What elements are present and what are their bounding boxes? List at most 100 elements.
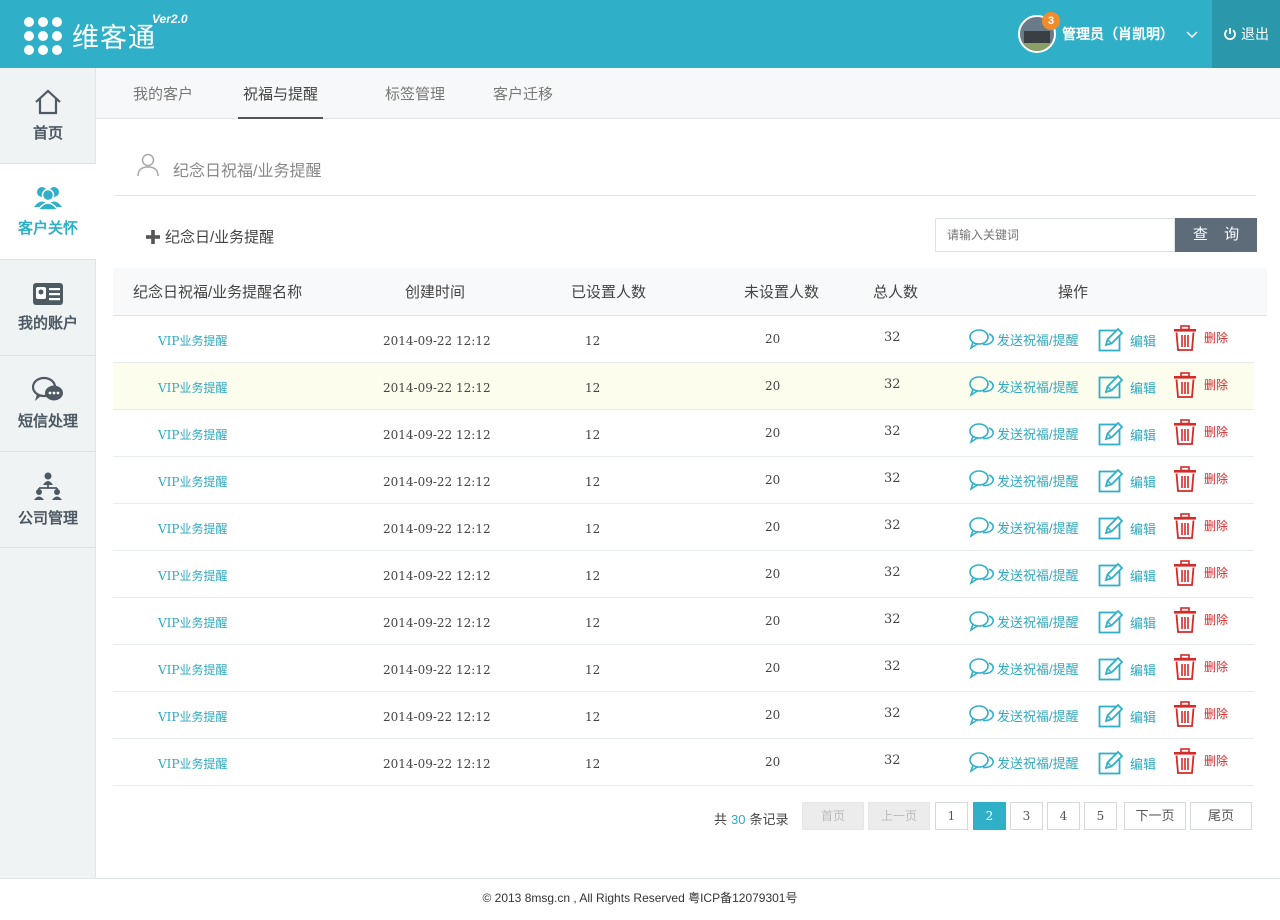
page-button-3[interactable]: 3 [1010,802,1043,830]
reminder-name-link[interactable]: VIP业务提醒 [158,473,227,490]
table-row[interactable]: VIP业务提醒 2014-09-22 12:12 12 20 32 发送祝福/提醒 编辑 删除 [113,363,1254,410]
page-button-4[interactable]: 4 [1047,802,1080,830]
created-time: 2014-09-22 12:12 [383,475,491,489]
send-greeting-button[interactable]: 发送祝福/提醒 [969,657,1079,679]
table-header: 纪念日祝福/业务提醒名称 创建时间 已设置人数 未设置人数 总人数 操作 [113,268,1267,316]
table-row[interactable]: VIP业务提醒 2014-09-22 12:12 12 20 32 发送祝福/提醒 编辑 删除 [113,739,1254,786]
edit-button[interactable]: 编辑 [1098,515,1156,541]
delete-button[interactable]: 删除 [1172,701,1228,727]
send-greeting-label: 发送祝福/提醒 [997,708,1079,724]
delete-button[interactable]: 删除 [1172,325,1228,351]
prev-page-button[interactable]: 上一页 [868,802,930,830]
last-page-button[interactable]: 尾页 [1190,802,1252,830]
search-input[interactable] [935,218,1175,252]
page-button-1[interactable]: 1 [935,802,968,830]
reminder-name-link[interactable]: VIP业务提醒 [158,332,227,349]
tab-tag-management[interactable]: 标签管理 [385,68,445,119]
edit-button[interactable]: 编辑 [1098,562,1156,588]
edit-button[interactable]: 编辑 [1098,609,1156,635]
total-count-cell: 32 [884,518,901,533]
table-body: VIP业务提醒 2014-09-22 12:12 12 20 32 发送祝福/提醒 编辑 删除… [113,316,1254,786]
chat-bubbles-icon [969,705,994,726]
send-greeting-button[interactable]: 发送祝福/提醒 [969,704,1079,726]
next-page-button[interactable]: 下一页 [1124,802,1186,830]
chat-bubbles-icon [969,658,994,679]
delete-button[interactable]: 删除 [1172,607,1228,633]
table-row[interactable]: VIP业务提醒 2014-09-22 12:12 12 20 32 发送祝福/提醒 编辑 删除 [113,504,1254,551]
chat-bubbles-icon [969,517,994,538]
send-greeting-button[interactable]: 发送祝福/提醒 [969,469,1079,491]
app-logo[interactable]: 维客通 [24,16,156,55]
sidebar-item-home[interactable]: 首页 [0,68,96,164]
logout-button[interactable]: 退出 [1212,0,1280,68]
send-greeting-button[interactable]: 发送祝福/提醒 [969,422,1079,444]
page-button-5[interactable]: 5 [1084,802,1117,830]
users-icon [34,187,62,211]
reminder-name-link[interactable]: VIP业务提醒 [158,708,227,725]
unset-count: 20 [765,379,781,393]
delete-button[interactable]: 删除 [1172,372,1228,398]
send-greeting-button[interactable]: 发送祝福/提醒 [969,375,1079,397]
table-row[interactable]: VIP业务提醒 2014-09-22 12:12 12 20 32 发送祝福/提醒 编辑 删除 [113,316,1254,363]
version-label: Ver2.0 [152,12,188,26]
column-header-name: 纪念日祝福/业务提醒名称 [133,284,303,301]
delete-label: 删除 [1204,565,1229,580]
table-row[interactable]: VIP业务提醒 2014-09-22 12:12 12 20 32 发送祝福/提醒 编辑 删除 [113,598,1254,645]
created-time: 2014-09-22 12:12 [383,710,491,724]
edit-icon [1098,421,1124,446]
tab-customer-migration[interactable]: 客户迁移 [493,68,553,119]
delete-button[interactable]: 删除 [1172,419,1228,445]
edit-button[interactable]: 编辑 [1098,703,1156,729]
send-greeting-button[interactable]: 发送祝福/提醒 [969,516,1079,538]
reminder-name-link[interactable]: VIP业务提醒 [158,614,227,631]
edit-label: 编辑 [1130,615,1157,631]
chat-icon [32,376,63,401]
created-time: 2014-09-22 12:12 [383,663,491,677]
reminder-name-link[interactable]: VIP业务提醒 [158,426,227,443]
edit-button[interactable]: 编辑 [1098,421,1156,447]
edit-button[interactable]: 编辑 [1098,656,1156,682]
edit-button[interactable]: 编辑 [1098,468,1156,494]
table-row[interactable]: VIP业务提醒 2014-09-22 12:12 12 20 32 发送祝福/提醒 编辑 删除 [113,692,1254,739]
tab-greetings-reminders[interactable]: 祝福与提醒 [238,68,323,119]
delete-button[interactable]: 删除 [1172,654,1228,680]
reminder-name-link[interactable]: VIP业务提醒 [158,755,227,772]
sidebar-item-sms[interactable]: 短信处理 [0,356,96,452]
edit-icon [1098,609,1124,634]
send-greeting-button[interactable]: 发送祝福/提醒 [969,328,1079,350]
sidebar-item-customer-care[interactable]: 客户关怀 [0,164,96,260]
set-count: 12 [585,428,601,442]
first-page-button[interactable]: 首页 [802,802,864,830]
send-greeting-button[interactable]: 发送祝福/提醒 [969,563,1079,585]
trash-icon [1174,607,1196,633]
send-greeting-button[interactable]: 发送祝福/提醒 [969,751,1079,773]
sidebar-item-company[interactable]: 公司管理 [0,452,96,548]
delete-button[interactable]: 删除 [1172,748,1228,774]
tab-my-customers[interactable]: 我的客户 [133,68,193,119]
send-greeting-button[interactable]: 发送祝福/提醒 [969,610,1079,632]
table-row[interactable]: VIP业务提醒 2014-09-22 12:12 12 20 32 发送祝福/提醒 编辑 删除 [113,645,1254,692]
unset-count: 20 [765,708,781,722]
table-row[interactable]: VIP业务提醒 2014-09-22 12:12 12 20 32 发送祝福/提醒 编辑 删除 [113,457,1254,504]
edit-button[interactable]: 编辑 [1098,750,1156,776]
page-button-2[interactable]: 2 [973,802,1006,830]
user-name[interactable]: 管理员（肖凯明） [1062,24,1174,44]
logo-dots-icon [24,16,62,55]
delete-button[interactable]: 删除 [1172,513,1228,539]
table-row[interactable]: VIP业务提醒 2014-09-22 12:12 12 20 32 发送祝福/提醒 编辑 删除 [113,410,1254,457]
chevron-down-icon[interactable] [1186,28,1198,40]
sidebar-item-my-account[interactable]: 我的账户 [0,260,96,356]
reminder-name-link[interactable]: VIP业务提醒 [158,520,227,537]
edit-button[interactable]: 编辑 [1098,327,1156,353]
reminder-name-link[interactable]: VIP业务提醒 [158,379,227,396]
table-row[interactable]: VIP业务提醒 2014-09-22 12:12 12 20 32 发送祝福/提醒 编辑 删除 [113,551,1254,598]
reminder-name-link[interactable]: VIP业务提醒 [158,567,227,584]
reminder-name-link[interactable]: VIP业务提醒 [158,661,227,678]
delete-button[interactable]: 删除 [1172,466,1228,492]
add-reminder-button[interactable]: 纪念日/业务提醒 [145,226,274,247]
edit-button[interactable]: 编辑 [1098,374,1156,400]
search-button[interactable]: 查 询 [1175,218,1257,252]
chat-bubbles-icon [969,752,994,773]
trash-icon [1174,466,1196,492]
delete-button[interactable]: 删除 [1172,560,1228,586]
